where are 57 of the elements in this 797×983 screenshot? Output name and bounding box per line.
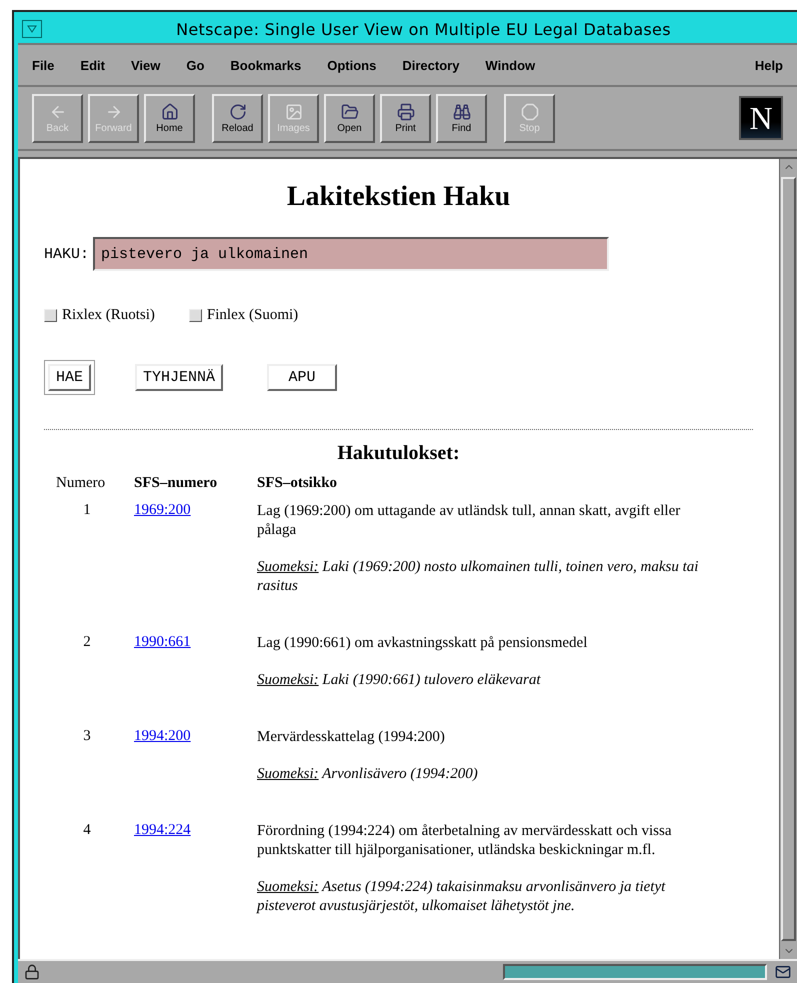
menu-item[interactable]: Bookmarks (230, 58, 302, 72)
row-number: 3 (82, 727, 92, 746)
folder-icon (340, 102, 358, 120)
mail-icon[interactable] (775, 964, 791, 980)
law-title: Lag (1969:200) om uttagande av utländsk tull, annan skatt, avgift eller pålaga (257, 502, 682, 540)
column-header: SFS–otsikko (256, 474, 338, 493)
row-number: 4 (82, 821, 92, 840)
form-button[interactable]: APU (267, 364, 338, 391)
toolbar-button[interactable]: Print (380, 94, 431, 142)
browser-logo: N (739, 96, 783, 140)
help-menu[interactable]: Help (754, 58, 783, 72)
toolbar-button[interactable]: Find (436, 94, 487, 142)
form-button[interactable]: TYHJENNÄ (135, 364, 224, 391)
results-heading: Hakutulokset: (336, 442, 461, 465)
column-header: SFS–numero (133, 474, 218, 493)
menu-item[interactable]: Go (186, 58, 204, 72)
toolbar-button[interactable]: Home (144, 94, 195, 142)
checkbox[interactable] (44, 309, 57, 322)
reload-icon (228, 102, 246, 120)
finnish-translation: Suomeksi: Laki (1969:200) nosto ulkomainen tulli, toinen vero, maksu tai rasitus (257, 558, 700, 596)
checkbox-label: Finlex (Suomi) (206, 307, 298, 324)
house-icon (160, 102, 178, 120)
search-field[interactable]: pistevero ja ulkomainen (93, 237, 610, 271)
window-menu-button[interactable] (22, 20, 42, 38)
menu-item[interactable]: Options (327, 58, 376, 72)
column-header: Numero (55, 474, 106, 493)
form-button[interactable]: HAE (48, 364, 92, 391)
toolbar-button[interactable]: Open (324, 94, 375, 142)
row-number: 1 (82, 501, 92, 520)
menu-item[interactable]: File (32, 58, 54, 72)
law-title: Förordning (1994:224) om återbetalning av mervärdesskatt och vissa punktskatter till hjälporganisationer, utländska beskickningar m.fl. (257, 822, 672, 860)
binoculars-icon (452, 102, 470, 120)
search-label: HAKU: (44, 246, 90, 262)
stop-icon (520, 102, 538, 120)
lock-icon (24, 964, 40, 980)
menu-item[interactable]: Window (485, 58, 536, 72)
sfs-link[interactable]: 1969:200 (134, 502, 191, 518)
printer-icon (396, 102, 414, 120)
finnish-translation: Suomeksi: Arvonlisävero (1994:200) (257, 765, 479, 784)
sfs-link[interactable]: 1994:224 (134, 822, 191, 838)
toolbar-button[interactable]: Reload (212, 94, 263, 142)
page-heading: Lakitekstien Haku (286, 181, 512, 213)
menu-item[interactable]: View (130, 58, 160, 72)
menu-item[interactable]: Directory (402, 58, 460, 72)
checkbox[interactable] (188, 309, 202, 322)
sfs-link[interactable]: 1990:661 (134, 634, 191, 650)
finnish-translation: Suomeksi: Asetus (1994:224) takaisinmaksu arvonlisänvero ja tietyt pisteverot avustusjärjestöt, ulkomaiset lähetystöt jne. (257, 878, 666, 916)
law-title: Mervärdesskattelag (1994:200) (257, 728, 446, 747)
law-title: Lag (1990:661) om avkastningsskatt på pensionsmedel (257, 634, 588, 653)
menu-item[interactable]: Edit (80, 58, 105, 72)
triangle-down-icon (27, 25, 37, 33)
sfs-link[interactable]: 1994:200 (134, 728, 191, 744)
window-title: Netscape: Single User View on Multiple EU Legal Databases (175, 20, 672, 38)
finnish-translation: Suomeksi: Laki (1990:661) tulovero eläkevarat (257, 671, 542, 690)
image-icon (284, 102, 302, 120)
checkbox-label: Rixlex (Ruotsi) (62, 307, 155, 324)
row-number: 2 (82, 633, 92, 652)
